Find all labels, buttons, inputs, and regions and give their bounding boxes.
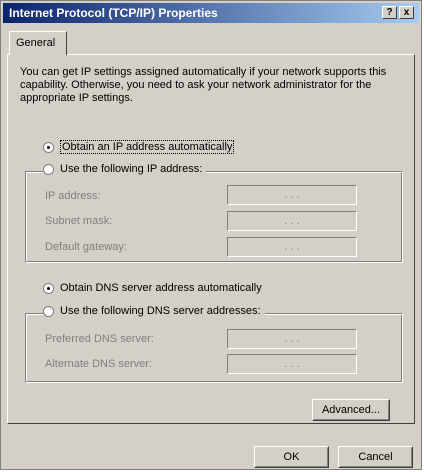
radio-unselected-icon (43, 305, 54, 317)
use-following-dns-label: Use the following DNS server addresses: (60, 305, 261, 317)
preferred-dns-label: Preferred DNS server: (45, 333, 154, 345)
default-gateway-value: . . . (284, 241, 300, 253)
title-bar: Internet Protocol (TCP/IP) Properties ? … (3, 3, 419, 23)
ok-button[interactable]: OK (254, 446, 329, 468)
tab-general[interactable]: General (9, 31, 67, 55)
obtain-dns-auto-radio[interactable]: Obtain DNS server address automatically (43, 282, 262, 294)
radio-selected-icon (43, 282, 54, 294)
default-gateway-label: Default gateway: (45, 241, 127, 253)
help-button[interactable]: ? (382, 6, 397, 19)
window-title: Internet Protocol (TCP/IP) Properties (9, 6, 218, 20)
radio-selected-icon (43, 141, 54, 153)
use-following-dns-radio[interactable]: Use the following DNS server addresses: (43, 305, 265, 317)
ip-address-label: IP address: (45, 190, 101, 202)
cancel-button[interactable]: Cancel (338, 446, 413, 468)
ip-address-value: . . . (284, 189, 300, 201)
obtain-ip-auto-label: Obtain an IP address automatically (60, 140, 235, 154)
alternate-dns-label: Alternate DNS server: (45, 358, 152, 370)
tab-general-label: General (16, 37, 56, 49)
alternate-dns-value: . . . (284, 358, 300, 370)
radio-unselected-icon (43, 163, 54, 175)
alternate-dns-field[interactable]: . . . (227, 354, 357, 374)
subnet-mask-field[interactable]: . . . (227, 211, 357, 231)
close-button[interactable]: x (399, 6, 414, 19)
default-gateway-field[interactable]: . . . (227, 237, 357, 257)
use-following-ip-radio[interactable]: Use the following IP address: (43, 163, 207, 175)
advanced-button[interactable]: Advanced... (312, 399, 390, 421)
use-following-ip-label: Use the following IP address: (60, 163, 203, 175)
obtain-dns-auto-label: Obtain DNS server address automatically (60, 282, 262, 294)
ip-address-field[interactable]: . . . (227, 185, 357, 205)
subnet-mask-label: Subnet mask: (45, 215, 113, 227)
preferred-dns-field[interactable]: . . . (227, 329, 357, 349)
preferred-dns-value: . . . (284, 333, 300, 345)
properties-dialog: Internet Protocol (TCP/IP) Properties ? … (0, 0, 422, 470)
subnet-mask-value: . . . (284, 215, 300, 227)
intro-text: You can get IP settings assigned automat… (20, 66, 387, 104)
obtain-ip-auto-radio[interactable]: Obtain an IP address automatically (43, 140, 235, 154)
